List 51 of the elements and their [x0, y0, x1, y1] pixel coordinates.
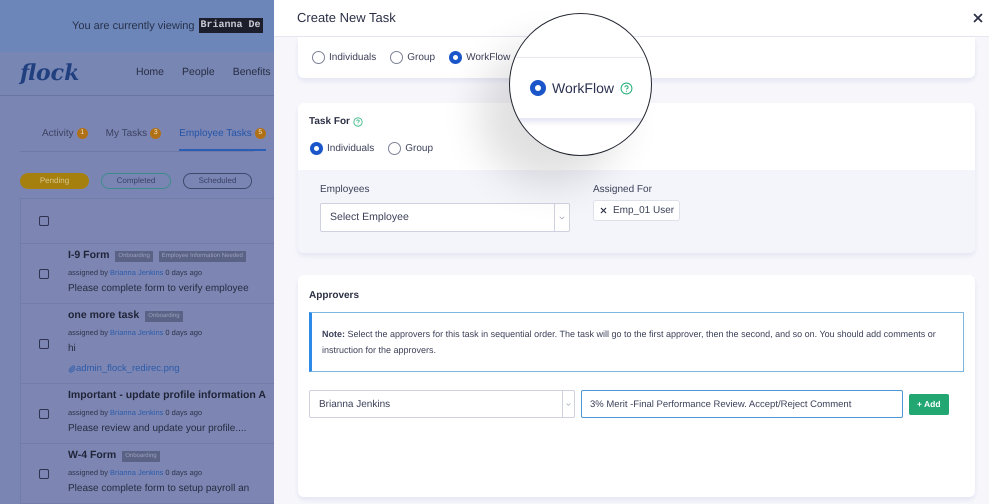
- comment-field[interactable]: 3% Merit -Final Performance Review. Accept/Reject Comment: [581, 390, 903, 418]
- nav-link[interactable]: Benefits: [232, 65, 271, 82]
- radio-button[interactable]: [390, 51, 404, 64]
- filter-pill[interactable]: Pending: [20, 173, 89, 190]
- checkbox[interactable]: [39, 408, 49, 419]
- radio-label[interactable]: Group: [407, 50, 436, 65]
- radio-button[interactable]: [530, 80, 546, 96]
- filter-pill[interactable]: Scheduled: [183, 173, 252, 190]
- radio-button[interactable]: [449, 51, 462, 64]
- radio-label[interactable]: WorkFlow: [552, 78, 614, 98]
- dropdown-icon: [565, 400, 572, 408]
- radio-button[interactable]: [388, 142, 402, 155]
- task-title[interactable]: Important - update profile information A: [68, 388, 266, 404]
- user-name: Brianna De: [198, 18, 263, 34]
- logo[interactable]: flock: [20, 56, 106, 90]
- task-title[interactable]: one more task: [68, 308, 140, 324]
- task-title[interactable]: I-9 Form: [68, 248, 110, 264]
- task-description: Please complete form to verify employee: [68, 282, 249, 296]
- add-button[interactable]: + Add: [909, 394, 949, 414]
- radio-label[interactable]: WorkFlow: [466, 50, 510, 65]
- nav-link[interactable]: Home: [136, 65, 164, 82]
- task-title[interactable]: W-4 Form: [68, 448, 116, 464]
- field-label: Employees: [320, 183, 370, 197]
- help-icon[interactable]: [352, 116, 363, 126]
- employee-select[interactable]: Select Employee: [320, 203, 570, 232]
- radio-label[interactable]: Group: [405, 141, 434, 156]
- drawer-title: Create New Task: [297, 9, 396, 28]
- filter-pill[interactable]: Completed: [101, 173, 171, 190]
- assignee-chip[interactable]: Emp_01 User: [593, 200, 680, 221]
- radio-button[interactable]: [310, 142, 323, 155]
- radio-button[interactable]: [312, 51, 325, 64]
- section-title: Approvers: [309, 289, 360, 303]
- nav-link[interactable]: People: [182, 65, 215, 82]
- paperclip-icon: [68, 365, 76, 374]
- checkbox[interactable]: [39, 468, 49, 479]
- task-description: Please complete form to setup payroll an: [68, 482, 250, 496]
- banner-text: You are currently viewing: [72, 18, 194, 34]
- help-icon[interactable]: [620, 82, 633, 94]
- close-icon[interactable]: [971, 11, 985, 25]
- section-title: Task For: [309, 115, 350, 129]
- checkbox[interactable]: [39, 338, 49, 349]
- radio-label[interactable]: Individuals: [329, 50, 376, 65]
- task-description: hi: [68, 342, 77, 356]
- radio-label[interactable]: Individuals: [327, 141, 374, 156]
- approver-select[interactable]: Brianna Jenkins: [309, 390, 575, 418]
- task-description: Please review and update your profile....: [68, 422, 248, 436]
- field-label: Assigned For: [593, 183, 653, 197]
- checkbox[interactable]: [39, 268, 49, 279]
- checkbox[interactable]: [39, 216, 49, 226]
- note-text: Note: Select the approvers for this task in sequential order. The task will go to the first approver, then the second, and so on. You should add comments or instruction for the approvers.: [322, 328, 937, 357]
- remove-icon[interactable]: [599, 206, 608, 215]
